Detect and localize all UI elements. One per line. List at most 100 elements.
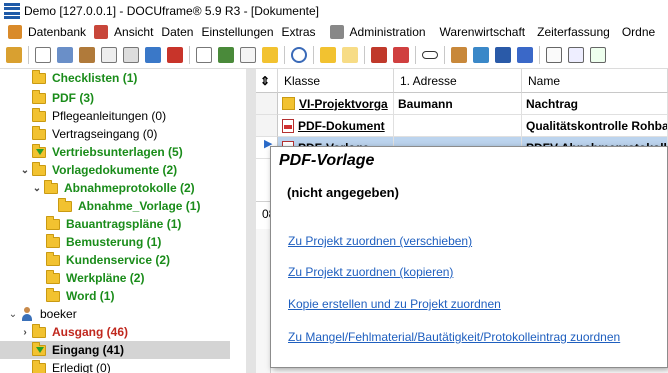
folder-icon — [32, 107, 46, 122]
folder-icon — [46, 251, 60, 266]
glasses-icon[interactable] — [422, 51, 438, 59]
mail-icon[interactable] — [546, 47, 562, 63]
tree-item-bemusterung[interactable]: Bemusterung (1) — [46, 233, 161, 251]
menu-warenwirtschaft[interactable]: Warenwirtschaft — [440, 25, 526, 39]
table-cell[interactable]: Nachtrag — [522, 93, 668, 115]
toolbar-separator — [364, 46, 365, 64]
chevron-right-icon[interactable]: › — [20, 327, 30, 338]
cancel-icon[interactable] — [393, 47, 409, 63]
list-icon[interactable] — [240, 47, 256, 63]
tree-item-vertragseingang[interactable]: Vertragseingang (0) — [32, 125, 157, 143]
document-icon[interactable] — [196, 47, 212, 63]
tree-item-werkplaene[interactable]: Werkpläne (2) — [46, 269, 144, 287]
menu-ordne[interactable]: Ordne — [622, 25, 655, 39]
folder-icon — [32, 161, 46, 176]
tree-item-checklisten[interactable]: Checklisten (1) — [32, 69, 137, 87]
toolbar-separator — [28, 46, 29, 64]
pdf-icon — [282, 118, 294, 133]
users-icon[interactable] — [371, 47, 387, 63]
tree-item-eingang[interactable]: Eingang (41) — [0, 341, 230, 359]
column-header-klasse[interactable]: Klasse — [278, 69, 394, 93]
toolbar-separator — [313, 46, 314, 64]
new-icon[interactable] — [6, 47, 22, 63]
table-cell[interactable]: Qualitätskontrolle Rohbau — [522, 115, 668, 137]
preview-gutter — [256, 229, 271, 373]
view-icon — [94, 25, 109, 39]
chevron-down-icon[interactable]: ⌄ — [8, 309, 18, 320]
chevron-down-icon[interactable]: ⌄ — [20, 165, 30, 176]
delete-folder-icon[interactable] — [342, 47, 358, 63]
table-row[interactable]: PDF-Dokument — [278, 115, 394, 137]
group-icon[interactable] — [495, 47, 511, 63]
link-copy-and-assign[interactable]: Kopie erstellen und zu Projekt zuordnen — [288, 297, 501, 311]
menu-zeiterfassung[interactable]: Zeiterfassung — [537, 25, 610, 39]
folder-icon — [44, 179, 58, 194]
tree-item-pdf[interactable]: PDF (3) — [32, 89, 94, 107]
column-header-name[interactable]: Name — [522, 69, 668, 93]
menu-daten[interactable]: Daten — [161, 25, 193, 39]
folder-icon — [46, 287, 60, 302]
pin-icon[interactable] — [517, 47, 533, 63]
database-icon — [8, 25, 22, 39]
window-title: Demo [127.0.0.1] - DOCUframe® 5.9 R3 - [… — [24, 4, 319, 18]
link-assign-copy[interactable]: Zu Projekt zuordnen (kopieren) — [288, 265, 453, 279]
table-row[interactable]: VI-Projektvorga — [278, 93, 394, 115]
mail-send-icon[interactable] — [568, 47, 584, 63]
transfer-icon[interactable] — [473, 47, 489, 63]
tree-item-abnahmeprotokolle[interactable]: ⌄ Abnahmeprotokolle (2) — [32, 179, 195, 197]
tree-item-abnahme-vorlage[interactable]: Abnahme_Vorlage (1) — [58, 197, 200, 215]
folder-icon — [32, 69, 46, 84]
paste-icon[interactable] — [79, 47, 95, 63]
menu-datenbank[interactable]: Datenbank — [8, 25, 86, 39]
user-icon — [20, 307, 34, 321]
tree-item-vertriebsunterlagen[interactable]: Vertriebsunterlagen (5) — [32, 143, 183, 161]
tree-item-vorlagedokumente[interactable]: ⌄ Vorlagedokumente (2) — [20, 161, 177, 179]
people-icon[interactable] — [451, 47, 467, 63]
document-context-popup: PDF-Vorlage (nicht angegeben) Zu Projekt… — [270, 146, 668, 368]
folder-icon — [46, 269, 60, 284]
toolbar-separator — [415, 46, 416, 64]
menu-administration[interactable]: Administration — [329, 25, 426, 39]
table-cell[interactable]: Baumann — [394, 93, 522, 115]
menu-ansicht[interactable]: Ansicht — [94, 25, 153, 39]
tree-item-ausgang[interactable]: › Ausgang (46) — [20, 323, 128, 341]
pane-splitter[interactable] — [246, 69, 256, 373]
folder-open-icon[interactable] — [320, 47, 336, 63]
folder-incoming-icon — [32, 143, 46, 158]
menu-extras[interactable]: Extras — [282, 25, 316, 39]
table-cell[interactable] — [394, 115, 522, 137]
tree-item-boeker[interactable]: ⌄ boeker — [8, 305, 77, 323]
popup-title: PDF-Vorlage — [279, 152, 375, 169]
menu-einstellungen[interactable]: Einstellungen — [201, 25, 273, 39]
tag-icon[interactable] — [101, 47, 117, 63]
folder-icon — [32, 125, 46, 140]
column-header-adresse[interactable]: 1. Adresse — [394, 69, 522, 93]
link-assign-defect[interactable]: Zu Mangel/Fehlmaterial/Bautätigkeit/Prot… — [288, 330, 620, 344]
sort-toggle-button[interactable]: ⇕ — [256, 69, 278, 93]
row-selector[interactable] — [256, 93, 278, 115]
tree-item-erledigt[interactable]: Erledigt (0) — [32, 359, 111, 373]
tree-item-word[interactable]: Word (1) — [46, 287, 114, 305]
tree-item-bauantragsplaene[interactable]: Bauantragspläne (1) — [46, 215, 181, 233]
search-icon[interactable] — [291, 47, 307, 63]
toolbar-separator — [444, 46, 445, 64]
edit-icon[interactable] — [218, 47, 234, 63]
copy-icon[interactable] — [35, 47, 51, 63]
link-icon[interactable] — [123, 47, 139, 63]
calendar-icon[interactable] — [145, 47, 161, 63]
folder-icon — [58, 197, 72, 212]
date-icon[interactable] — [167, 47, 183, 63]
tree-item-kundenservice[interactable]: Kundenservice (2) — [46, 251, 170, 269]
folder-icon — [32, 89, 46, 104]
link-assign-move[interactable]: Zu Projekt zuordnen (verschieben) — [288, 234, 472, 248]
tree-item-pflegeanleitungen[interactable]: Pflegeanleitungen (0) — [32, 107, 166, 125]
cut-icon[interactable] — [57, 47, 73, 63]
project-icon — [282, 97, 295, 110]
chevron-down-icon[interactable]: ⌄ — [32, 183, 42, 194]
admin-icon — [329, 25, 344, 39]
popup-description: (nicht angegeben) — [287, 185, 399, 200]
folder-icon[interactable] — [262, 47, 278, 63]
folder-icon — [32, 359, 46, 373]
row-selector[interactable] — [256, 115, 278, 137]
mail-receive-icon[interactable] — [590, 47, 606, 63]
